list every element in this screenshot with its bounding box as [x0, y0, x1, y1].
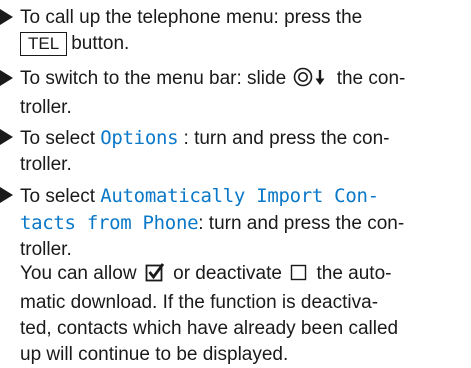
- options-menu-term: Options: [100, 127, 179, 149]
- checkbox-checked-icon: [145, 262, 165, 290]
- instruction-page: To call up the telephone menu: press the…: [0, 0, 471, 365]
- step-4-pre: To select: [20, 186, 95, 207]
- step-2-pre: To switch to the menu bar: slide: [20, 68, 287, 89]
- step-telephone-menu: To call up the telephone menu: press the…: [0, 5, 470, 57]
- step-4-post: : turn and press the con-: [198, 213, 405, 234]
- step-3-line-2: troller.: [20, 154, 72, 175]
- step-4-line-1: To select Automatically Import Con-: [20, 183, 470, 210]
- step-4-line-2: tacts from Phone: turn and press the con…: [20, 210, 470, 237]
- step-options: To select Options : turn and press the c…: [0, 125, 470, 178]
- note-line-1: You can allow or deactivate the auto-: [20, 261, 470, 290]
- step-1-line-2: TEL button.: [20, 31, 470, 57]
- note-pre: You can allow: [20, 263, 137, 284]
- step-1-line-1: To call up the telephone menu: press the: [20, 7, 363, 28]
- bullet-icon: [0, 187, 13, 203]
- note-line-3: ted, contacts which have already been ca…: [20, 318, 399, 339]
- step-3-pre: To select: [20, 128, 95, 149]
- step-2-line-2: troller.: [20, 97, 72, 118]
- bullet-icon: [0, 129, 13, 145]
- checkbox-unchecked-icon: [290, 264, 308, 290]
- bullet-icon: [0, 9, 13, 25]
- step-2-post: the con-: [336, 68, 406, 89]
- tel-key-label: TEL: [20, 32, 68, 56]
- note-mid: or deactivate: [173, 263, 282, 284]
- step-2-line-1: To switch to the menu bar: slide the con…: [20, 66, 470, 95]
- note-line-2: matic download. If the function is deact…: [20, 292, 379, 313]
- controller-slide-down-icon: [293, 67, 329, 95]
- step-3-line-1: To select Options : turn and press the c…: [20, 125, 470, 152]
- step-1-line-2-text: button.: [71, 33, 130, 54]
- step-3-post: : turn and press the con-: [183, 128, 390, 149]
- note-post: the auto-: [316, 263, 392, 284]
- note-line-4: up will continue to be displayed.: [20, 344, 289, 365]
- step-4-line-3: troller.: [20, 239, 72, 260]
- step-auto-import: To select Automatically Import Con- tact…: [0, 183, 470, 263]
- step-menu-bar: To switch to the menu bar: slide the con…: [0, 66, 470, 121]
- auto-import-term-part-1: Automatically Import Con-: [100, 185, 379, 207]
- auto-import-term-part-2: tacts from Phone: [20, 212, 199, 234]
- bullet-icon: [0, 70, 13, 86]
